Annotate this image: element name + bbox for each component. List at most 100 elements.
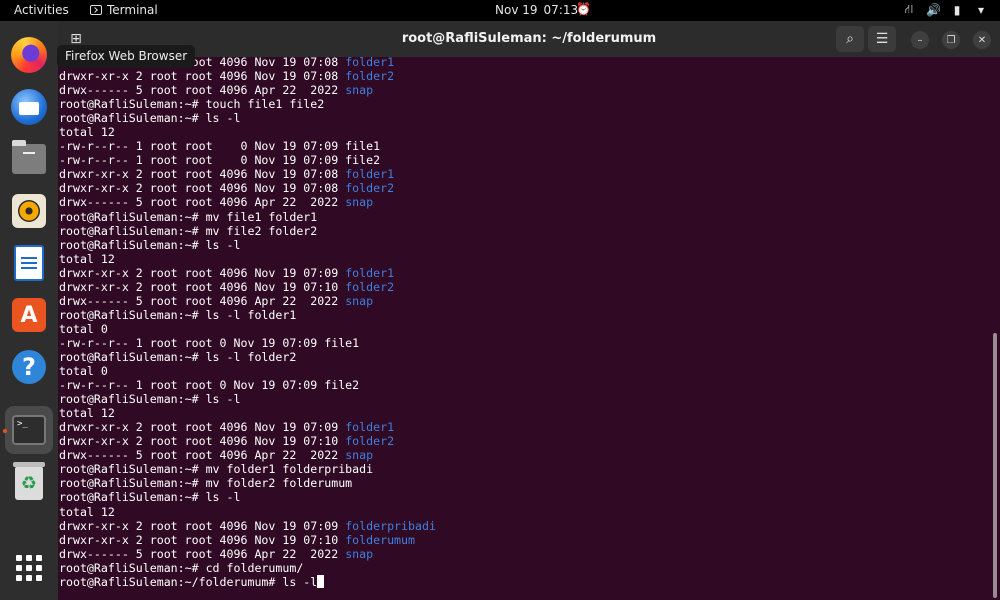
line-text: drwx------ 5 root root 4096 Apr 22 2022 — [59, 546, 346, 561]
terminal-line: drwxr-xr-x 2 root root 4096 Nov 19 07:10… — [59, 434, 436, 448]
terminal-icon: >_ — [12, 415, 46, 445]
app-menu[interactable]: Terminal — [90, 3, 158, 17]
terminal-line: drwxr-xr-x 2 root root 4096 Nov 19 07:09… — [59, 519, 436, 533]
software-launcher[interactable]: A — [5, 291, 53, 339]
line-text: total 0 — [59, 364, 108, 379]
directory-name: folder2 — [345, 434, 395, 449]
line-text: drwxr-xr-x 2 root root 4096 Nov 19 07:08 — [59, 181, 346, 196]
terminal-line: root@RafliSuleman:~# mv file1 folder1 — [59, 210, 436, 224]
dock: A ? >_ ♻ — [0, 21, 58, 600]
rhythmbox-icon — [12, 194, 46, 228]
scrollbar[interactable] — [993, 333, 997, 598]
maximize-button[interactable]: ❐ — [942, 31, 960, 49]
thunderbird-launcher[interactable] — [5, 83, 53, 131]
terminal-line: drwx------ 5 root root 4096 Apr 22 2022 … — [59, 83, 436, 97]
terminal-line: total 0 — [59, 322, 436, 336]
writer-icon — [14, 245, 44, 281]
terminal-line: root@RafliSuleman:~# mv folder2 folderum… — [59, 476, 436, 490]
line-text: root@RafliSuleman:~# ls -l — [59, 237, 241, 252]
line-text: drwxr-xr-x 2 root root 4096 Nov 19 07:08 — [59, 167, 346, 182]
directory-name: folder2 — [345, 69, 395, 84]
network-icon[interactable]: ⛙ — [902, 2, 916, 18]
close-button[interactable]: ✕ — [973, 31, 991, 49]
terminal-line: total 12 — [59, 505, 436, 519]
search-icon: ⌕ — [846, 31, 854, 47]
line-text: drwxr-xr-x 2 root root 4096 Nov 19 07:09 — [59, 420, 346, 435]
line-text: drwx------ 5 root root 4096 Apr 22 2022 — [59, 195, 346, 210]
terminal-line: -rw-r--r-- 1 root root 0 Nov 19 07:09 fi… — [59, 378, 436, 392]
close-icon: ✕ — [977, 34, 987, 46]
line-text: -rw-r--r-- 1 root root 0 Nov 19 07:09 fi… — [59, 378, 360, 393]
menu-button[interactable]: ☰ — [868, 26, 896, 52]
line-text: root@RafliSuleman:~# ls -l folder1 — [59, 307, 297, 322]
clock[interactable]: Nov 19 07:13 — [495, 3, 578, 17]
directory-name: folder2 — [345, 279, 395, 294]
minimize-icon: – — [917, 34, 923, 46]
terminal-line: root@RafliSuleman:~# ls -l — [59, 111, 436, 125]
terminal-line: drwx------ 5 root root 4096 Apr 22 2022 … — [59, 195, 436, 209]
line-text: root@RafliSuleman:~# touch file1 file2 — [59, 97, 325, 112]
search-button[interactable]: ⌕ — [836, 26, 864, 52]
line-text: drwxr-xr-x 2 root root 4096 Nov 19 07:08 — [59, 69, 346, 84]
line-text: drwxr-xr-x 2 root root 4096 Nov 19 07:10 — [59, 279, 346, 294]
line-text: root@RafliSuleman:~# ls -l — [59, 392, 241, 407]
minimize-button[interactable]: – — [911, 31, 929, 49]
ubuntu-software-icon: A — [12, 298, 46, 332]
power-menu-chevron-icon[interactable]: ▾ — [974, 3, 988, 17]
directory-name: folder1 — [345, 167, 395, 182]
line-text: -rw-r--r-- 1 root root 0 Nov 19 07:09 fi… — [59, 153, 381, 168]
terminal-line: drwxr-xr-x 2 root root 4096 Nov 19 07:09… — [59, 420, 436, 434]
terminal-line: root@RafliSuleman:~# mv file2 folder2 — [59, 224, 436, 238]
terminal-line: drwxr-xr-x 2 root root 4096 Nov 19 07:08… — [59, 167, 436, 181]
battery-icon[interactable]: ▮ — [950, 3, 964, 17]
rhythmbox-launcher[interactable] — [5, 187, 53, 235]
line-text: total 12 — [59, 125, 115, 140]
trash-launcher[interactable]: ♻ — [5, 459, 53, 507]
title-bar[interactable]: ⊞ root@RafliSuleman: ~/folderumum ⌕ ☰ – … — [58, 21, 1000, 57]
top-bar: Activities Terminal Nov 19 07:13 ⏰ ⛙ 🔊 ▮… — [0, 0, 1000, 21]
line-text: root@RafliSuleman:~# mv file1 folder1 — [59, 209, 318, 224]
terminal-line: drwx------ 5 root root 4096 Apr 22 2022 … — [59, 547, 436, 561]
line-text: drwxr-xr-x 2 root root 4096 Nov 19 07:09 — [59, 265, 346, 280]
hamburger-icon: ☰ — [875, 31, 889, 47]
terminal-line: root@RafliSuleman:~/folderumum# ls -l — [59, 574, 436, 589]
line-text: -rw-r--r-- 1 root root 0 Nov 19 07:09 fi… — [59, 139, 381, 154]
terminal-line: root@RafliSuleman:~# cd folderumum/ — [59, 561, 436, 575]
line-text: root@RafliSuleman:~# ls -l — [59, 490, 241, 505]
help-launcher[interactable]: ? — [5, 343, 53, 391]
writer-launcher[interactable] — [5, 239, 53, 287]
files-launcher[interactable] — [5, 135, 53, 183]
line-text: root@RafliSuleman:~# ls -l — [59, 111, 241, 126]
app-menu-label: Terminal — [107, 3, 158, 17]
activities-button[interactable]: Activities — [14, 3, 69, 17]
terminal-line: drwx------ 5 root root 4096 Apr 22 2022 … — [59, 294, 436, 308]
dock-tooltip: Firefox Web Browser — [57, 45, 196, 68]
line-text: drwxr-xr-x 2 root root 4096 Nov 19 07:10 — [59, 532, 346, 547]
terminal-line: total 12 — [59, 252, 436, 266]
line-text: -rw-r--r-- 1 root root 0 Nov 19 07:09 fi… — [59, 335, 360, 350]
firefox-launcher[interactable] — [5, 31, 53, 79]
terminal-output[interactable]: drwxr-xr-x 2 root root 4096 Nov 19 07:08… — [58, 57, 988, 600]
terminal-line: drwxr-xr-x 2 root root 4096 Nov 19 07:08… — [59, 181, 436, 195]
volume-icon[interactable]: 🔊 — [926, 3, 941, 17]
clock-date: Nov 19 — [495, 3, 538, 17]
line-text: total 12 — [59, 504, 115, 519]
show-applications-button[interactable] — [5, 544, 53, 592]
directory-name: snap — [345, 195, 374, 210]
terminal-app-icon — [90, 5, 102, 15]
maximize-icon: ❐ — [946, 34, 956, 46]
directory-name: folder1 — [345, 265, 395, 280]
system-tray[interactable]: ⛙ 🔊 ▮ ▾ — [902, 2, 988, 18]
terminal-line: -rw-r--r-- 1 root root 0 Nov 19 07:09 fi… — [59, 139, 436, 153]
files-icon — [12, 140, 46, 174]
terminal-line: root@RafliSuleman:~# touch file1 file2 — [59, 97, 436, 111]
directory-name: snap — [345, 83, 374, 98]
line-text: root@RafliSuleman:~# ls -l folder2 — [59, 349, 297, 364]
terminal-line: root@RafliSuleman:~# ls -l folder2 — [59, 350, 436, 364]
clock-time: 07:13 — [543, 3, 579, 17]
directory-name: folderpribadi — [345, 518, 436, 533]
line-text: drwxr-xr-x 2 root root 4096 Nov 19 07:09 — [59, 518, 346, 533]
terminal-launcher[interactable]: >_ — [5, 406, 53, 454]
terminal-line: root@RafliSuleman:~# ls -l — [59, 392, 436, 406]
line-text: drwxr-xr-x 2 root root 4096 Nov 19 07:10 — [59, 434, 346, 449]
